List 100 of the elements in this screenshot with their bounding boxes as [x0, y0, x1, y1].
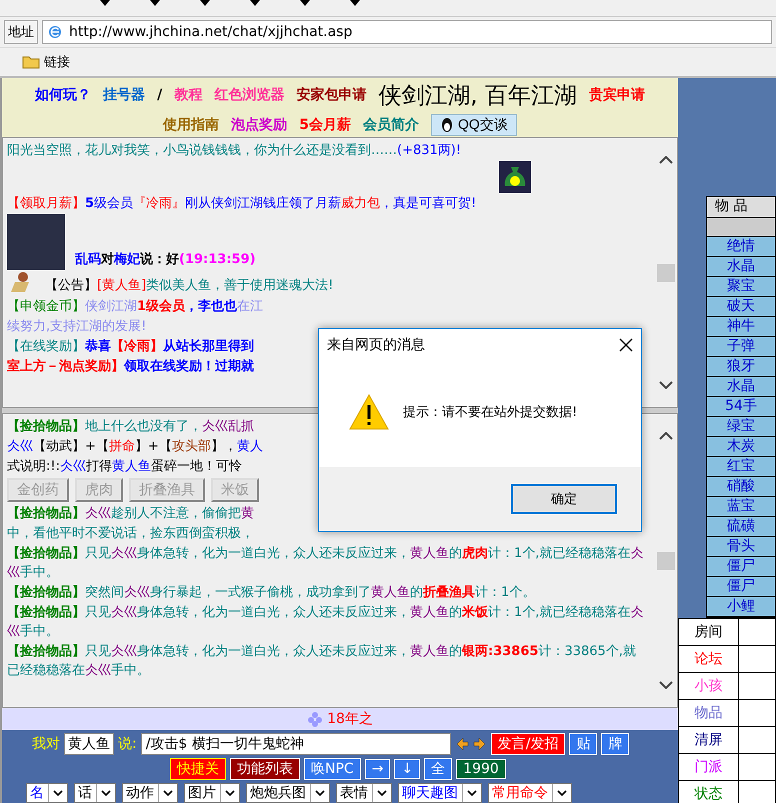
item-entry[interactable]: 54手: [707, 397, 775, 417]
message-input[interactable]: /攻击$ 横扫一切牛鬼蛇神: [140, 733, 451, 755]
money-bag-icon: [499, 161, 531, 194]
qq-chat-button[interactable]: QQ交谈: [430, 114, 517, 136]
dialog-title: 来自网页的消息: [327, 336, 425, 354]
control-button[interactable]: 牌: [601, 733, 630, 755]
left-arrow-icon[interactable]: [454, 737, 469, 751]
chat-message: 【捡拾物品】突然间仌巛身行暴起，一式猴子偷桃，成功拿到了黄人鱼的折叠渔具计：1个。: [7, 584, 536, 602]
target-field[interactable]: 黄人鱼: [64, 733, 114, 755]
dropdown-arrow-icon[interactable]: [350, 0, 360, 6]
scrollbar-thumb[interactable]: [657, 552, 675, 570]
item-entry[interactable]: 僵尸: [707, 557, 775, 577]
header-link[interactable]: 贵宾申请: [588, 86, 645, 104]
item-entry[interactable]: 硝酸: [707, 477, 775, 497]
item-entry[interactable]: 小鲤: [707, 597, 775, 617]
control-button[interactable]: 发言/发招: [490, 733, 566, 755]
room-table-cell[interactable]: 状态: [679, 781, 739, 803]
room-table-cell[interactable]: 门派: [679, 754, 739, 781]
room-table-cell[interactable]: 论坛: [679, 646, 739, 673]
item-entry[interactable]: 僵尸: [707, 577, 775, 597]
header-link[interactable]: 会员简介: [362, 116, 419, 134]
chat-message: 室上方－泡点奖励】领取在线奖励！过期就: [7, 358, 254, 376]
scroll-up-icon[interactable]: [659, 432, 673, 440]
control-button[interactable]: 全: [424, 758, 452, 780]
warning-icon: [349, 394, 389, 430]
control-button[interactable]: 快捷关: [170, 758, 226, 780]
chat-message: 【公告】[黄人鱼]类似美人鱼，善于使用迷魂大法!: [45, 277, 334, 296]
ok-button[interactable]: 确定: [511, 484, 617, 514]
item-entry[interactable]: 聚宝: [707, 277, 775, 297]
header-link[interactable]: 5会月薪: [299, 116, 351, 134]
folder-icon: [22, 55, 40, 69]
scroll-up-icon[interactable]: [659, 156, 673, 164]
dropdown-select[interactable]: 图片: [184, 783, 240, 803]
header-link[interactable]: 挂号器: [103, 86, 146, 104]
chat-message: 【捡拾物品】只见仌巛身体急转，化为一道白光，众人还未反应过来，黄人鱼的米饭计：1个,就已经稳稳落在仌巛手中。: [7, 604, 644, 641]
dropdown-select[interactable]: 话: [74, 783, 116, 803]
browser-icon: [47, 24, 63, 40]
header-link[interactable]: 如何玩？: [35, 86, 92, 104]
dropdown-select[interactable]: 名: [26, 783, 68, 803]
links-label[interactable]: 链接: [44, 53, 70, 71]
header-link[interactable]: 使用指南: [163, 116, 220, 134]
dropdown-select[interactable]: 常用命令: [488, 783, 572, 803]
header-link[interactable]: 泡点奖励: [231, 116, 288, 134]
control-button[interactable]: 功能列表: [230, 758, 300, 780]
header-link[interactable]: /: [157, 87, 162, 104]
chat-message: 【捡拾物品】仌巛趁别人不注意，偷偷把黄: [7, 504, 254, 523]
control-button[interactable]: 贴: [569, 733, 598, 755]
address-field[interactable]: http://www.jhchina.net/chat/xjjhchat.asp: [42, 20, 772, 44]
address-label: 地址: [4, 20, 38, 44]
chat-message: 仌巛【动武】+【拼命】+【攻头部】，黄人: [7, 438, 263, 456]
close-icon[interactable]: [619, 338, 633, 352]
header-link[interactable]: 红色浏览器: [214, 86, 284, 104]
control-button[interactable]: 1990: [456, 759, 506, 779]
dropdown-arrow-icon[interactable]: [100, 0, 110, 6]
room-table-cell[interactable]: 小孩: [679, 673, 739, 700]
dropdown-select[interactable]: 聊天趣图: [398, 783, 482, 803]
flower-icon: [307, 711, 324, 728]
item-entry[interactable]: 神牛: [707, 317, 775, 337]
dropdown-select[interactable]: 动作: [122, 783, 178, 803]
say-label: 说:: [118, 735, 137, 753]
right-arrow-icon[interactable]: [472, 737, 487, 751]
item-entry[interactable]: 绿宝: [707, 417, 775, 437]
item-entry[interactable]: 蓝宝: [707, 497, 775, 517]
chat-message: 乱码对梅妃说：好(19:13:59): [75, 251, 256, 270]
item-entry[interactable]: 骨头: [707, 537, 775, 557]
room-table-cell[interactable]: 物品: [679, 700, 739, 727]
header-link[interactable]: 教程: [174, 86, 202, 104]
chat-message: 【在线奖励】恭喜【冷雨】从站长那里得到: [7, 338, 254, 356]
dropdown-arrow-icon[interactable]: [300, 0, 310, 6]
scrollbar-thumb[interactable]: [657, 264, 675, 282]
item-entry[interactable]: 硫磺: [707, 517, 775, 537]
dropdown-arrow-icon[interactable]: [150, 0, 160, 6]
control-button[interactable]: →: [364, 759, 390, 779]
chat-message: 阳光当空照，花儿对我笑，小鸟说钱钱钱，你为什么还是没看到……(+831两)!: [7, 142, 462, 160]
chat-message: 【捡拾物品】只见仌巛身体急转，化为一道白光，众人还未反应过来，黄人鱼的虎肉计：1个,就已经稳稳落在仌巛手中。: [7, 544, 644, 582]
promo-text[interactable]: 18年之: [327, 710, 373, 728]
dropdown-select[interactable]: 表情: [336, 783, 392, 803]
item-entry[interactable]: 红宝: [707, 457, 775, 477]
control-button[interactable]: ↓: [394, 759, 420, 779]
item-entry[interactable]: 绝情: [707, 237, 775, 257]
item-entry[interactable]: 水晶: [707, 257, 775, 277]
scroll-down-icon[interactable]: [659, 380, 673, 389]
dialog-message: 提示：请不要在站外提交数据!: [403, 404, 578, 421]
item-entry[interactable]: 狼牙: [707, 357, 775, 377]
chat-message: 【领取月薪】5级会员『冷雨』刚从侠剑江湖钱庄领了月薪威力包，真是可喜可贺!: [7, 195, 476, 214]
item-entry[interactable]: 水晶: [707, 377, 775, 397]
dropdown-select[interactable]: 炮炮兵图: [246, 783, 330, 803]
item-entry[interactable]: 子弹: [707, 337, 775, 357]
header-link[interactable]: 安家包申请: [296, 86, 366, 104]
scroll-down-icon[interactable]: [659, 681, 673, 690]
control-button[interactable]: 唤NPC: [304, 758, 361, 780]
room-table-cell[interactable]: 清屏: [679, 727, 739, 754]
avatar-picture: [7, 214, 65, 270]
dropdown-arrow-icon[interactable]: [200, 0, 210, 6]
dropdown-arrow-icon[interactable]: [250, 0, 260, 6]
chat-message: 【捡拾物品】地上什么也没有了，仌巛乱抓: [7, 418, 254, 436]
item-entry[interactable]: 木炭: [707, 437, 775, 457]
item-entry[interactable]: 破天: [707, 297, 775, 317]
room-table-cell[interactable]: 房间: [679, 619, 739, 646]
site-title: 侠剑江湖, 百年江湖: [378, 82, 577, 111]
